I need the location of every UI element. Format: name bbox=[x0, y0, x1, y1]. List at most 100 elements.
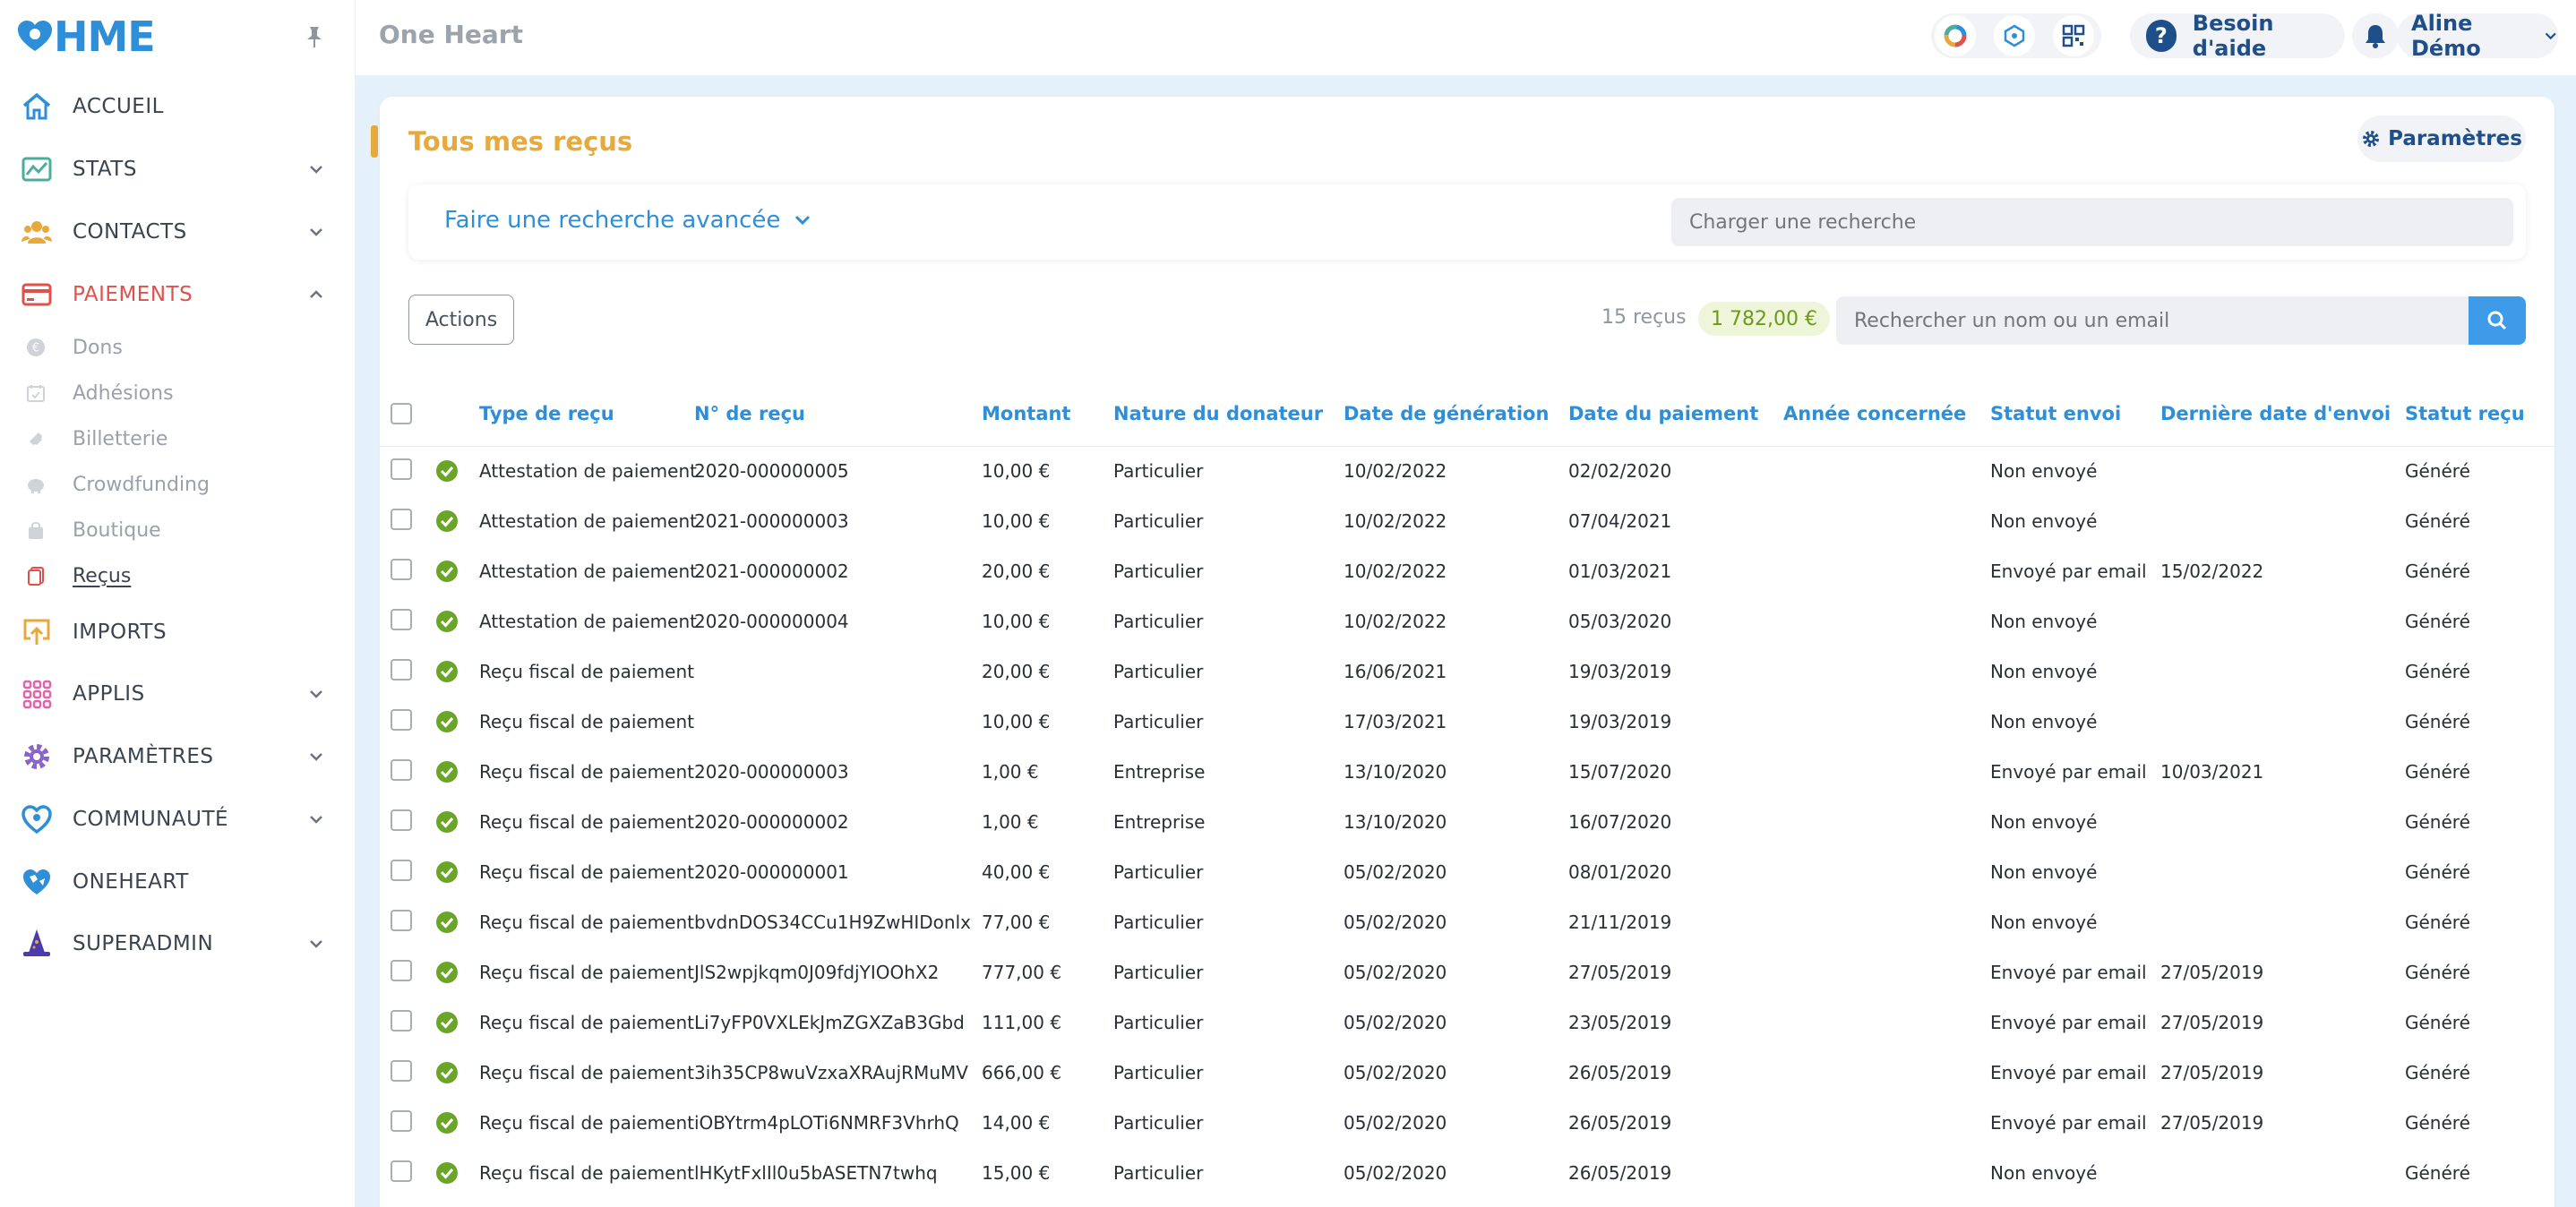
table-row[interactable]: Reçu fiscal de paiement 2020-000000001 40,… bbox=[380, 847, 2555, 897]
table-row[interactable]: Reçu fiscal de paiement JlS2wpjkqm0J09fdj… bbox=[380, 947, 2555, 997]
app-logo[interactable]: HME bbox=[16, 13, 156, 61]
color-wheel-icon[interactable] bbox=[1935, 15, 1976, 56]
piggy-bank-icon bbox=[25, 474, 47, 495]
network-icon[interactable] bbox=[1994, 15, 2035, 56]
help-button[interactable]: ? Besoin d'aide bbox=[2130, 11, 2345, 61]
sidebar-item-contacts[interactable]: CONTACTS bbox=[0, 206, 355, 258]
column-header[interactable]: Année concernée bbox=[1783, 403, 1966, 424]
sidebar-subitem-recus[interactable]: Reçus bbox=[0, 556, 355, 595]
qr-code-icon[interactable] bbox=[2053, 15, 2094, 56]
table-cell: Particulier bbox=[1113, 611, 1204, 632]
table-cell: 10/02/2022 bbox=[1344, 561, 1447, 582]
table-cell: 05/02/2020 bbox=[1344, 962, 1447, 983]
sidebar-subitem-dons[interactable]: € Dons bbox=[0, 328, 355, 367]
table-cell: Non envoyé bbox=[1990, 711, 2098, 732]
column-header[interactable]: Montant bbox=[982, 403, 1070, 424]
notifications-button[interactable] bbox=[2352, 13, 2399, 58]
sidebar-item-stats[interactable]: STATS bbox=[0, 143, 355, 195]
row-checkbox[interactable] bbox=[391, 1110, 412, 1132]
chevron-down-icon bbox=[306, 747, 326, 766]
table-row[interactable]: Reçu fiscal de paiement 20,00 € Particulie… bbox=[380, 646, 2555, 697]
search-button[interactable] bbox=[2469, 296, 2526, 345]
table-cell: Particulier bbox=[1113, 912, 1204, 933]
table-cell: Reçu fiscal de paiement bbox=[479, 661, 694, 682]
settings-button[interactable]: Paramètres bbox=[2357, 116, 2526, 162]
sidebar-item-imports[interactable]: IMPORTS bbox=[0, 606, 355, 658]
column-header[interactable]: Type de reçu bbox=[479, 403, 614, 424]
sidebar-item-label: SUPERADMIN bbox=[73, 932, 214, 955]
select-all-checkbox[interactable] bbox=[391, 403, 412, 424]
table-cell: 27/05/2019 bbox=[1568, 962, 1672, 983]
row-checkbox[interactable] bbox=[391, 910, 412, 931]
svg-text:€: € bbox=[32, 342, 39, 355]
table-cell: 26/05/2019 bbox=[1568, 1062, 1672, 1083]
wizard-hat-icon bbox=[20, 927, 54, 961]
advanced-search-toggle[interactable]: Faire une recherche avancée bbox=[444, 207, 814, 234]
table-row[interactable]: Attestation de paiement 2020-000000004 10,… bbox=[380, 596, 2555, 646]
column-header[interactable]: Date de génération bbox=[1344, 403, 1549, 424]
row-checkbox[interactable] bbox=[391, 1010, 412, 1032]
table-row[interactable]: Reçu fiscal de paiement 3ih35CP8wuVzxaXRA… bbox=[380, 1048, 2555, 1098]
table-cell: 1,00 € bbox=[982, 811, 1039, 833]
table-row[interactable]: Reçu fiscal de paiement lHKytFxlIl0u5bASE… bbox=[380, 1148, 2555, 1198]
table-row[interactable]: Reçu fiscal de paiement 2020-000000002 1,0… bbox=[380, 797, 2555, 847]
table-cell: Particulier bbox=[1113, 711, 1204, 732]
sidebar-item-superadmin[interactable]: SUPERADMIN bbox=[0, 918, 355, 970]
sidebar-item-parametres[interactable]: PARAMÈTRES bbox=[0, 731, 355, 783]
row-checkbox[interactable] bbox=[391, 559, 412, 580]
column-header[interactable]: Dernière date d'envoi bbox=[2160, 403, 2391, 424]
sidebar-subitem-billetterie[interactable]: Billetterie bbox=[0, 419, 355, 458]
table-cell: 15,00 € bbox=[982, 1162, 1051, 1184]
table-cell: 20,00 € bbox=[982, 561, 1051, 582]
sidebar-subitem-boutique[interactable]: Boutique bbox=[0, 510, 355, 550]
table-cell: 05/03/2020 bbox=[1568, 611, 1672, 632]
sidebar-subitem-crowdfunding[interactable]: Crowdfunding bbox=[0, 465, 355, 504]
table-cell: Généré bbox=[2405, 460, 2470, 482]
table-cell: Particulier bbox=[1113, 1112, 1204, 1134]
load-search-input[interactable] bbox=[1671, 198, 2513, 246]
table-row[interactable]: Reçu fiscal de paiement iOBYtrm4pLOTi6NMR… bbox=[380, 1098, 2555, 1148]
check-circle-icon bbox=[436, 912, 458, 933]
table-row[interactable]: Reçu fiscal de paiement 10,00 € Particulie… bbox=[380, 697, 2555, 747]
row-checkbox[interactable] bbox=[391, 759, 412, 781]
row-checkbox[interactable] bbox=[391, 1060, 412, 1082]
sidebar-item-oneheart[interactable]: ONEHEART bbox=[0, 856, 355, 908]
table-row[interactable]: Reçu fiscal de paiement Li7yFP0VXLEkJmZGX… bbox=[380, 997, 2555, 1048]
pin-icon[interactable] bbox=[301, 23, 328, 50]
row-checkbox[interactable] bbox=[391, 458, 412, 480]
row-checkbox[interactable] bbox=[391, 659, 412, 681]
table-cell: 2021-000000003 bbox=[694, 510, 849, 532]
table-cell: Reçu fiscal de paiement bbox=[479, 861, 694, 883]
actions-button[interactable]: Actions bbox=[408, 295, 514, 345]
table-row[interactable]: Attestation de paiement 2021-000000002 20,… bbox=[380, 546, 2555, 596]
row-checkbox[interactable] bbox=[391, 509, 412, 530]
table-row[interactable]: Reçu fiscal de paiement bvdnDOS34CCu1H9Zw… bbox=[380, 897, 2555, 947]
column-header[interactable]: Nature du donateur bbox=[1113, 403, 1323, 424]
row-checkbox[interactable] bbox=[391, 1160, 412, 1182]
row-checkbox[interactable] bbox=[391, 960, 412, 981]
table-row[interactable]: Reçu fiscal de paiement 2020-000000003 1,0… bbox=[380, 747, 2555, 797]
sidebar-subitem-adhesions[interactable]: Adhésions bbox=[0, 373, 355, 413]
heart-icon bbox=[20, 802, 54, 836]
table-cell: 20,00 € bbox=[982, 661, 1051, 682]
sidebar-item-applis[interactable]: APPLIS bbox=[0, 668, 355, 720]
row-checkbox[interactable] bbox=[391, 609, 412, 630]
column-header[interactable]: Date du paiement bbox=[1568, 403, 1758, 424]
table-row[interactable]: Attestation de paiement 2021-000000003 10,… bbox=[380, 496, 2555, 546]
table-row[interactable]: Attestation de paiement 2020-000000005 10,… bbox=[380, 446, 2555, 496]
column-header[interactable]: N° de reçu bbox=[694, 403, 805, 424]
row-checkbox[interactable] bbox=[391, 860, 412, 881]
row-checkbox[interactable] bbox=[391, 709, 412, 731]
sidebar: HME ACCUEIL STATS CONTACTS PAIEMENTS IMPORTS… bbox=[0, 0, 356, 1207]
user-menu-button[interactable]: Aline Démo bbox=[2397, 11, 2558, 61]
row-checkbox[interactable] bbox=[391, 809, 412, 831]
sidebar-item-communaute[interactable]: COMMUNAUTÉ bbox=[0, 793, 355, 845]
table-cell: Généré bbox=[2405, 611, 2470, 632]
column-header[interactable]: Statut reçu bbox=[2405, 403, 2525, 424]
logo-text: HME bbox=[54, 13, 156, 61]
table-cell: bvdnDOS34CCu1H9ZwHIDonlx bbox=[694, 912, 971, 933]
sidebar-item-accueil[interactable]: ACCUEIL bbox=[0, 81, 355, 133]
sidebar-item-paiements[interactable]: PAIEMENTS bbox=[0, 269, 355, 321]
name-search-input[interactable] bbox=[1836, 296, 2470, 345]
column-header[interactable]: Statut envoi bbox=[1990, 403, 2121, 424]
